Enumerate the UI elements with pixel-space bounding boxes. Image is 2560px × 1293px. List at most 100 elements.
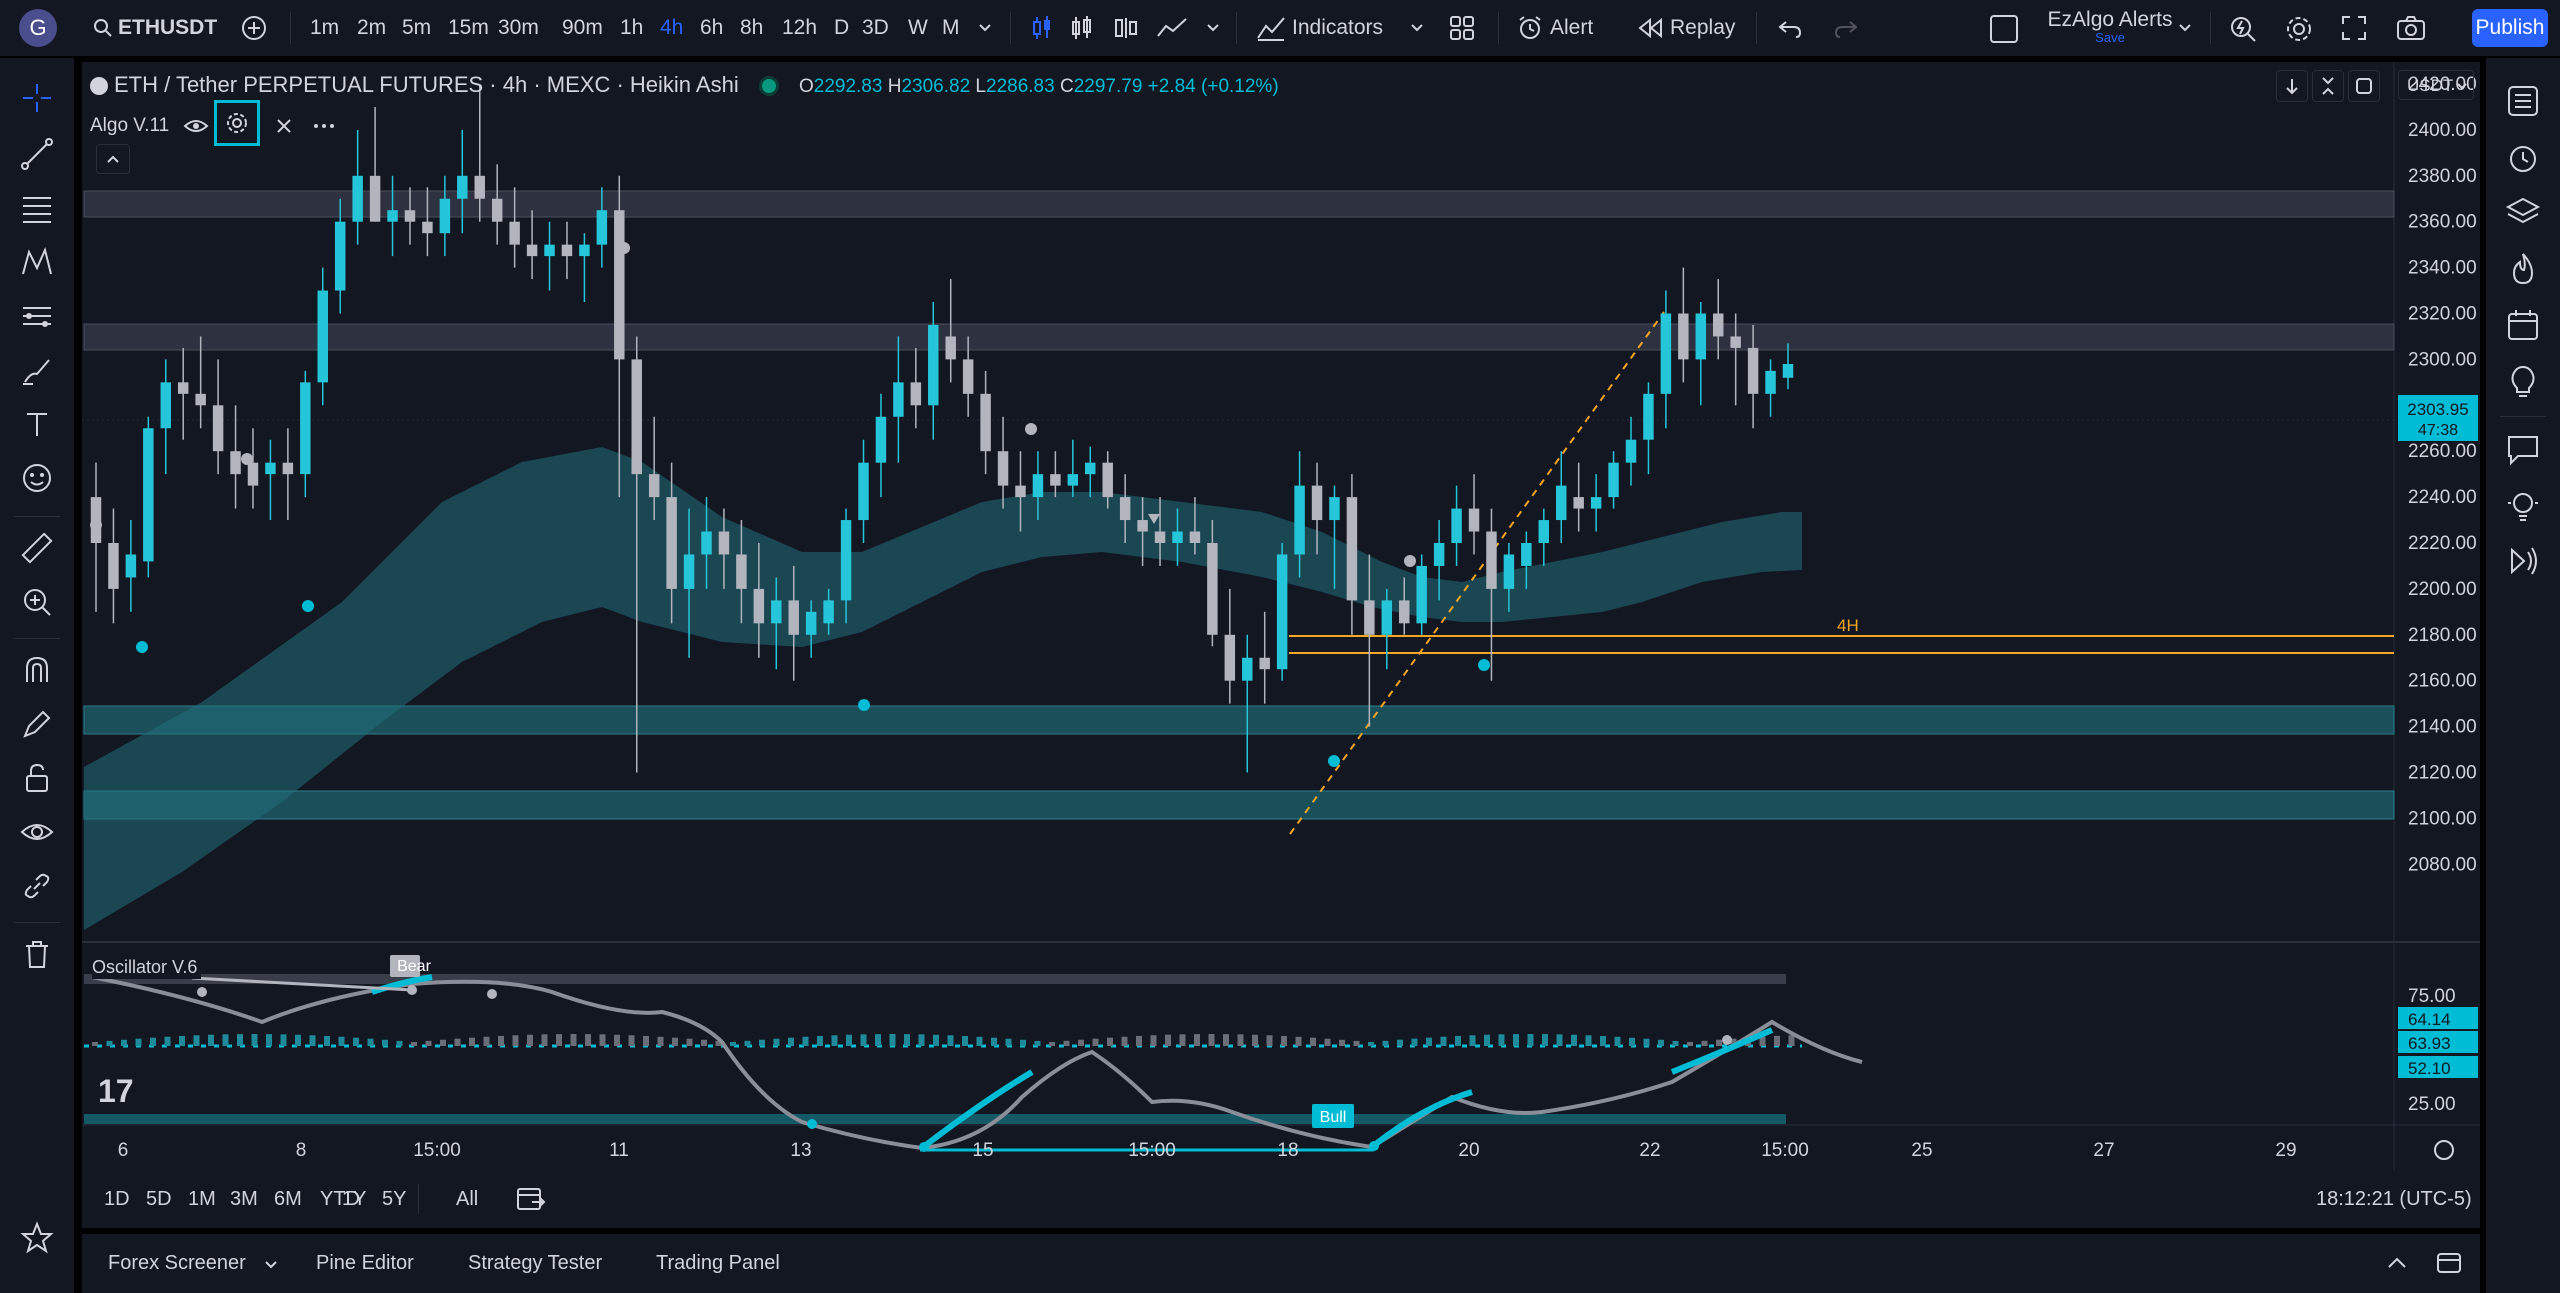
range-1d[interactable]: 1D xyxy=(104,1170,130,1228)
interval-1h[interactable]: 1h xyxy=(620,0,643,56)
currency-select[interactable]: USDT xyxy=(2398,70,2474,100)
ruler-tool[interactable] xyxy=(19,530,55,566)
interval-4h[interactable]: 4h xyxy=(660,0,683,56)
line-chart-type-button[interactable] xyxy=(1156,14,1188,42)
stay-drawing-tool[interactable] xyxy=(19,706,55,742)
range-5d[interactable]: 5D xyxy=(146,1170,172,1228)
crosshair-tool[interactable] xyxy=(19,80,55,116)
range-3m[interactable]: 3M xyxy=(230,1170,258,1228)
interval-15m[interactable]: 15m xyxy=(448,0,489,56)
emoji-tool[interactable] xyxy=(19,460,55,496)
interval-30m[interactable]: 30m xyxy=(498,0,539,56)
pane-scroll-down-button[interactable] xyxy=(2276,70,2308,102)
calendar-button[interactable] xyxy=(2504,306,2542,344)
range-6m[interactable]: 6M xyxy=(274,1170,302,1228)
redo-button[interactable] xyxy=(1832,14,1860,42)
symbol-search[interactable]: ETHUSDT xyxy=(92,0,217,56)
interval-90m[interactable]: 90m xyxy=(562,0,603,56)
publish-button[interactable]: Publish xyxy=(2472,9,2548,47)
templates-button[interactable] xyxy=(1448,14,1476,42)
quick-search-button[interactable] xyxy=(2228,14,2258,44)
interval-3d[interactable]: 3D xyxy=(862,0,889,56)
tab-forex-screener[interactable]: Forex Screener xyxy=(108,1234,279,1293)
object-tree-button[interactable] xyxy=(2504,194,2542,232)
pane-maximize-button[interactable] xyxy=(2348,70,2380,102)
layout-toggle-checkbox[interactable] xyxy=(1990,15,2018,43)
interval-6h[interactable]: 6h xyxy=(700,0,723,56)
time-label: 29 xyxy=(2275,1140,2296,1161)
fullscreen-button[interactable] xyxy=(2340,14,2368,42)
go-to-date-button[interactable] xyxy=(514,1184,546,1214)
layout-dropdown[interactable] xyxy=(2176,18,2194,36)
interval-2m[interactable]: 2m xyxy=(357,0,386,56)
ideas-button[interactable] xyxy=(2504,362,2542,400)
replay-button[interactable]: Replay xyxy=(1636,0,1735,56)
sync-drawings-tool[interactable] xyxy=(19,868,55,904)
user-avatar[interactable]: G xyxy=(19,9,57,47)
interval-1m[interactable]: 1m xyxy=(310,0,339,56)
tab-pine-editor[interactable]: Pine Editor xyxy=(316,1234,414,1293)
interval-5m[interactable]: 5m xyxy=(402,0,431,56)
watchlist-button[interactable] xyxy=(2504,82,2542,120)
undo-button[interactable] xyxy=(1776,14,1804,42)
interval-d[interactable]: D xyxy=(834,0,849,56)
tab-trading-panel[interactable]: Trading Panel xyxy=(656,1234,780,1293)
data-window-button[interactable] xyxy=(2504,542,2542,580)
indicator-legend-algo[interactable]: Algo V.11 xyxy=(90,100,338,146)
osc-histogram-bar xyxy=(251,1034,258,1046)
symbol-legend[interactable]: ETH / Tether PERPETUAL FUTURES · 4h · ME… xyxy=(90,72,1279,98)
chart-pane[interactable]: 4H 2420.00 2400.00 2380.00 2360.00 2340.00 23… xyxy=(82,62,2480,1172)
favorites-tool[interactable] xyxy=(19,1220,55,1256)
magnet-tool[interactable] xyxy=(19,652,55,688)
panel-maximize-button[interactable] xyxy=(2434,1248,2464,1278)
oscillator-legend[interactable]: Oscillator V.6 xyxy=(92,955,202,979)
oscillator-pane[interactable]: Bear Bull 17 75.00 25.00 64.14 63.93 52.… xyxy=(84,955,2478,1152)
eye-icon[interactable] xyxy=(183,116,209,136)
interval-8h[interactable]: 8h xyxy=(740,0,763,56)
chart-type-dropdown[interactable] xyxy=(1204,18,1222,36)
alert-button[interactable]: Alert xyxy=(1516,0,1593,56)
indicators-button[interactable]: Indicators xyxy=(1256,0,1383,56)
tab-strategy-tester[interactable]: Strategy Tester xyxy=(468,1234,602,1293)
help-button[interactable] xyxy=(2504,486,2542,524)
osc-histogram-bar xyxy=(1049,1041,1055,1046)
range-all[interactable]: All xyxy=(456,1170,478,1228)
layout-name[interactable]: EzAlgo Alerts Save xyxy=(2040,8,2180,45)
chats-button[interactable] xyxy=(2504,430,2542,468)
trend-line-tool[interactable] xyxy=(19,136,55,172)
interval-dropdown[interactable] xyxy=(976,18,994,36)
interval-12h[interactable]: 12h xyxy=(782,0,817,56)
close-icon[interactable] xyxy=(273,115,295,137)
indicator-settings-button[interactable] xyxy=(213,100,260,146)
range-5y[interactable]: 5Y xyxy=(382,1170,406,1228)
more-icon[interactable] xyxy=(310,115,338,137)
panel-expand-button[interactable] xyxy=(2382,1248,2412,1278)
range-1y[interactable]: 1Y xyxy=(342,1170,366,1228)
hide-drawings-tool[interactable] xyxy=(19,814,55,850)
range-1m[interactable]: 1M xyxy=(188,1170,216,1228)
compare-symbol-button[interactable] xyxy=(240,14,268,42)
candle-bull xyxy=(596,210,608,245)
snapshot-button[interactable] xyxy=(2396,14,2426,42)
bars-chart-type-button[interactable] xyxy=(1112,14,1140,42)
hollow-candles-button[interactable] xyxy=(1068,14,1096,42)
settings-button[interactable] xyxy=(2284,14,2314,44)
alerts-panel-button[interactable] xyxy=(2504,138,2542,176)
price-chart[interactable]: 4H 2420.002400.002380.002360.002340.0023… xyxy=(82,62,2480,1172)
timezone-clock[interactable]: 18:12:21 (UTC-5) xyxy=(2316,1170,2472,1228)
candles-chart-type-button[interactable] xyxy=(1028,14,1056,42)
interval-m[interactable]: M xyxy=(942,0,960,56)
indicators-dropdown[interactable] xyxy=(1408,18,1426,36)
lock-drawings-tool[interactable] xyxy=(19,760,55,796)
pane-collapse-button[interactable] xyxy=(2312,70,2344,102)
forecast-tool[interactable] xyxy=(19,298,55,334)
collapse-legend-button[interactable] xyxy=(96,144,130,174)
text-tool[interactable] xyxy=(19,406,55,442)
remove-drawings-tool[interactable] xyxy=(19,936,55,972)
hotlists-button[interactable] xyxy=(2504,250,2542,288)
pattern-tool[interactable] xyxy=(19,244,55,280)
fib-tool[interactable] xyxy=(19,190,55,226)
interval-w[interactable]: W xyxy=(908,0,928,56)
zoom-tool[interactable] xyxy=(19,584,55,620)
brush-tool[interactable] xyxy=(19,352,55,388)
